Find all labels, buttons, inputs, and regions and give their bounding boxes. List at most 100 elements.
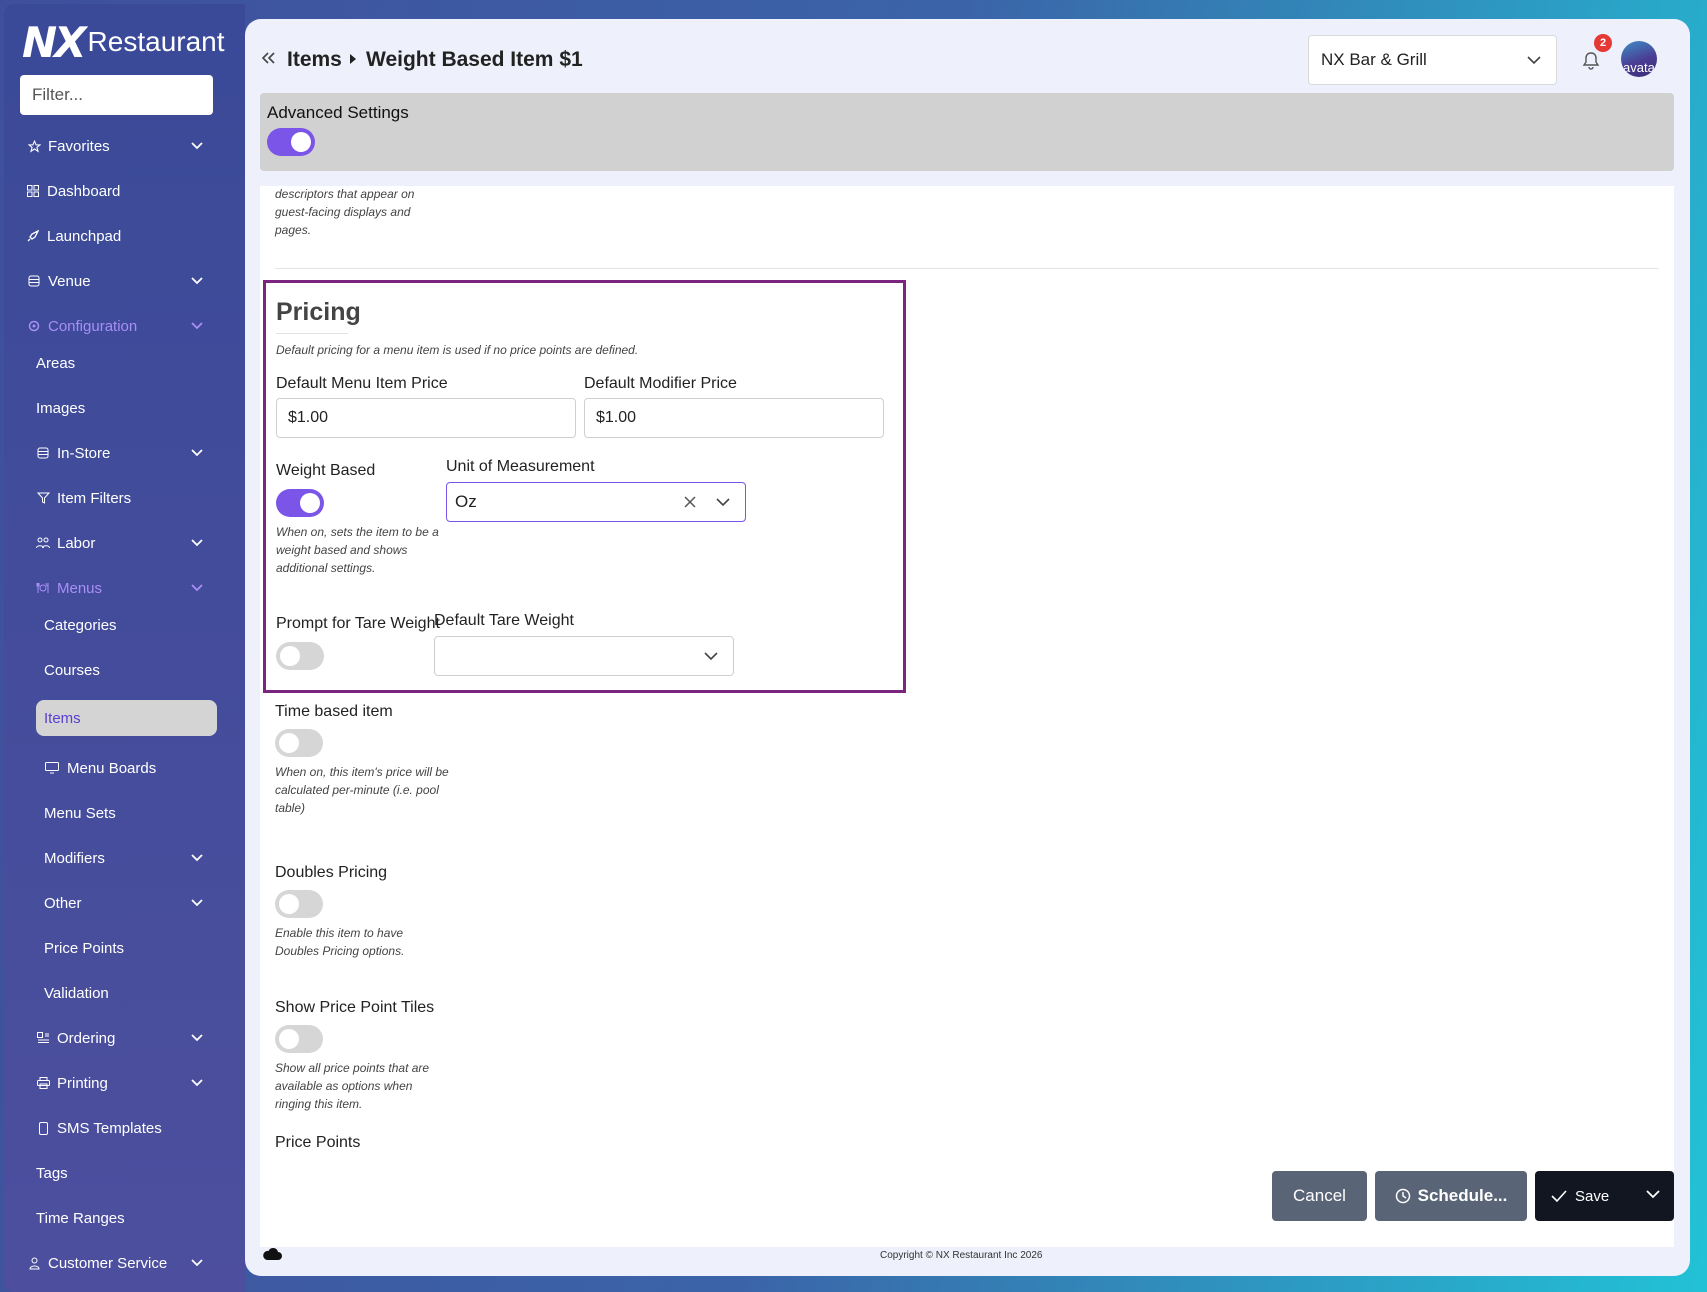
double-chevron-left-icon[interactable]	[260, 50, 276, 66]
save-button[interactable]: Save	[1535, 1171, 1674, 1221]
check-icon	[1551, 1190, 1567, 1203]
sidebar-item-other[interactable]: Other	[4, 885, 245, 921]
rocket-icon	[26, 229, 40, 243]
time-based-label: Time based item	[275, 703, 393, 720]
sidebar-item-items[interactable]: Items	[36, 700, 217, 736]
default-modifier-price-value: $1.00	[596, 409, 637, 426]
sidebar-item-menu-sets[interactable]: Menu Sets	[4, 795, 245, 831]
unit-of-measurement-value: Oz	[455, 492, 477, 511]
sidebar-item-label: SMS Templates	[57, 1119, 162, 1137]
chevron-down-icon[interactable]	[1646, 1189, 1660, 1199]
chevron-down-icon	[191, 899, 203, 907]
sidebar-item-venue[interactable]: Venue	[4, 263, 245, 299]
brand-logo[interactable]: NX Restaurant	[22, 17, 225, 67]
sidebar-item-label: Time Ranges	[36, 1209, 125, 1227]
sidebar: NX Restaurant Favorites Dashboard Launch…	[4, 4, 245, 1292]
clear-icon[interactable]	[683, 495, 697, 509]
sidebar-item-sms-templates[interactable]: SMS Templates	[4, 1110, 245, 1146]
chevron-down-icon	[716, 498, 730, 507]
chevron-down-icon	[191, 584, 203, 592]
sidebar-item-favorites[interactable]: Favorites	[4, 128, 245, 164]
chevron-down-icon	[191, 854, 203, 862]
sidebar-item-label: Other	[44, 894, 82, 912]
venue-select[interactable]: NX Bar & Grill	[1308, 35, 1557, 85]
sidebar-item-price-points[interactable]: Price Points	[4, 930, 245, 966]
price-point-tiles-toggle[interactable]	[275, 1025, 323, 1053]
cancel-button[interactable]: Cancel	[1272, 1171, 1367, 1221]
chevron-down-icon	[191, 277, 203, 285]
sidebar-item-time-ranges[interactable]: Time Ranges	[4, 1200, 245, 1236]
sidebar-item-categories[interactable]: Categories	[4, 607, 245, 643]
pricing-title: Pricing	[276, 298, 361, 326]
sidebar-item-courses[interactable]: Courses	[4, 652, 245, 688]
sidebar-item-label: Menu Boards	[67, 759, 157, 777]
sidebar-filter-input[interactable]	[20, 75, 213, 115]
sidebar-item-label: Favorites	[48, 137, 110, 155]
bell-icon[interactable]	[1581, 51, 1601, 71]
sidebar-item-label: Images	[36, 399, 86, 417]
sidebar-item-areas[interactable]: Areas	[4, 345, 245, 381]
price-points-label: Price Points	[275, 1134, 361, 1151]
notification-badge: 2	[1594, 34, 1612, 52]
ordering-icon	[36, 1031, 50, 1045]
sidebar-item-in-store[interactable]: In-Store	[4, 435, 245, 471]
price-point-tiles-hint: Show all price points that are available…	[275, 1061, 430, 1111]
clock-icon	[1395, 1188, 1410, 1204]
avatar[interactable]: avatar	[1621, 41, 1657, 77]
gear-icon	[27, 319, 41, 333]
sidebar-item-menus[interactable]: Menus	[4, 570, 245, 606]
sidebar-item-customer-service[interactable]: Customer Service	[4, 1245, 245, 1281]
sidebar-item-item-filters[interactable]: Item Filters	[4, 480, 245, 516]
sidebar-item-label: Categories	[44, 616, 117, 634]
breadcrumb-separator-icon	[350, 54, 356, 64]
sidebar-item-menu-boards[interactable]: Menu Boards	[4, 750, 245, 786]
chevron-down-icon	[191, 1259, 203, 1267]
sidebar-item-images[interactable]: Images	[4, 390, 245, 426]
sidebar-item-label: Labor	[57, 534, 96, 552]
chevron-down-icon	[1527, 56, 1541, 65]
sidebar-item-labor[interactable]: Labor	[4, 525, 245, 561]
breadcrumb-parent[interactable]: Items	[287, 48, 342, 72]
sidebar-item-label: Items	[44, 709, 81, 727]
doubles-pricing-hint: Enable this item to have Doubles Pricing…	[275, 926, 405, 958]
unit-of-measurement-select[interactable]: Oz	[446, 482, 746, 522]
venue-select-value: NX Bar & Grill	[1321, 50, 1427, 69]
sidebar-item-tags[interactable]: Tags	[4, 1155, 245, 1191]
main-panel: Items Weight Based Item $1 NX Bar & Gril…	[245, 19, 1690, 1276]
default-tare-weight-select[interactable]	[434, 636, 734, 676]
sidebar-item-validation[interactable]: Validation	[4, 975, 245, 1011]
pricing-hint: Default pricing for a menu item is used …	[276, 343, 639, 357]
schedule-button[interactable]: Schedule...	[1375, 1171, 1527, 1221]
prompt-tare-weight-toggle[interactable]	[276, 642, 324, 670]
sidebar-item-label: Printing	[57, 1074, 108, 1092]
sidebar-item-launchpad[interactable]: Launchpad	[4, 218, 245, 254]
sidebar-item-ordering[interactable]: Ordering	[4, 1020, 245, 1056]
sidebar-item-modifiers[interactable]: Modifiers	[4, 840, 245, 876]
people-icon	[36, 536, 50, 550]
advanced-settings-toggle[interactable]	[267, 128, 315, 156]
sidebar-item-printing[interactable]: Printing	[4, 1065, 245, 1101]
advanced-settings-bar: Advanced Settings	[260, 93, 1674, 171]
printer-icon	[36, 1076, 50, 1090]
prompt-tare-weight-label: Prompt for Tare Weight	[276, 615, 440, 632]
doubles-pricing-toggle[interactable]	[275, 890, 323, 918]
cloud-icon	[263, 1247, 282, 1260]
sidebar-item-configuration[interactable]: Configuration	[4, 308, 245, 344]
utensils-icon	[36, 581, 50, 595]
database-icon	[27, 274, 41, 288]
descriptor-hint: descriptors that appear on guest-facing …	[275, 187, 415, 237]
brand-name: Restaurant	[87, 26, 225, 57]
weight-based-hint: When on, sets the item to be a weight ba…	[276, 525, 439, 575]
monitor-icon	[44, 761, 59, 775]
default-item-price-value: $1.00	[288, 409, 329, 426]
time-based-toggle[interactable]	[275, 729, 323, 757]
sidebar-item-label: Tags	[36, 1164, 68, 1182]
brand-mark: NX	[22, 17, 87, 67]
sidebar-item-label: Price Points	[44, 939, 125, 957]
sidebar-item-label: Menu Sets	[44, 804, 116, 822]
sidebar-item-dashboard[interactable]: Dashboard	[4, 173, 245, 209]
default-modifier-price-input[interactable]: $1.00	[584, 398, 884, 438]
filter-icon	[36, 491, 50, 505]
weight-based-toggle[interactable]	[276, 489, 324, 517]
default-item-price-input[interactable]: $1.00	[276, 398, 576, 438]
